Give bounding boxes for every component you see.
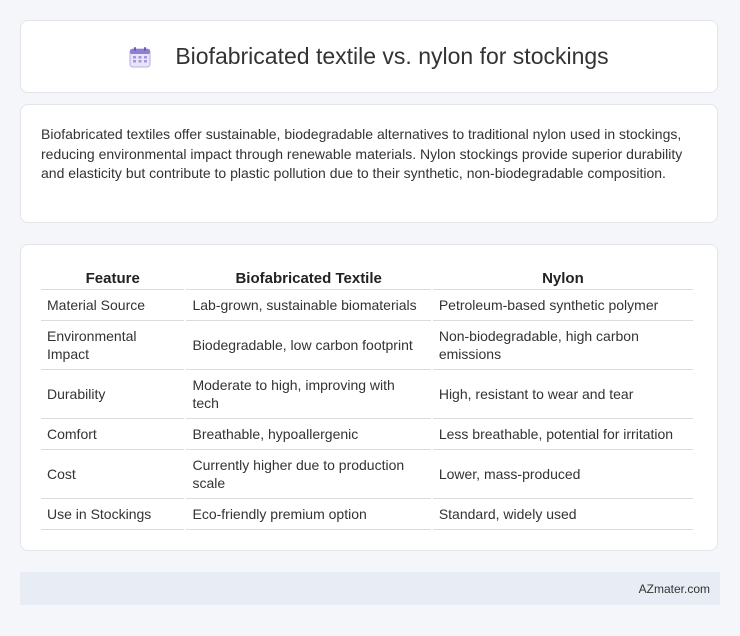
header-feature: Feature — [41, 267, 185, 290]
biofabricated-cell: Lab-grown, sustainable biomaterials — [186, 290, 431, 321]
table-header-row: Feature Biofabricated Textile Nylon — [41, 267, 693, 290]
feature-cell: Material Source — [41, 290, 185, 321]
table-row: Environmental Impact Biodegradable, low … — [41, 321, 693, 370]
page-title-text: Biofabricated textile vs. nylon for stoc… — [175, 43, 609, 69]
title-card: Biofabricated textile vs. nylon for stoc… — [20, 20, 718, 93]
feature-cell: Durability — [41, 370, 185, 419]
biofabricated-cell: Currently higher due to production scale — [186, 450, 431, 499]
page-title: Biofabricated textile vs. nylon for stoc… — [129, 43, 609, 70]
nylon-cell: High, resistant to wear and tear — [432, 370, 693, 419]
summary-card: Biofabricated textiles offer sustainable… — [20, 104, 718, 223]
summary-text: Biofabricated textiles offer sustainable… — [41, 126, 683, 181]
nylon-cell: Standard, widely used — [432, 499, 693, 530]
nylon-cell: Petroleum-based synthetic polymer — [432, 290, 693, 321]
table-row: Material Source Lab-grown, sustainable b… — [41, 290, 693, 321]
header-biofabricated: Biofabricated Textile — [186, 267, 431, 290]
biofabricated-cell: Breathable, hypoallergenic — [186, 419, 431, 450]
table-row: Cost Currently higher due to production … — [41, 450, 693, 499]
calendar-icon — [129, 46, 151, 67]
biofabricated-cell: Biodegradable, low carbon footprint — [186, 321, 431, 370]
table-row: Durability Moderate to high, improving w… — [41, 370, 693, 419]
biofabricated-cell: Moderate to high, improving with tech — [186, 370, 431, 419]
nylon-cell: Non-biodegradable, high carbon emissions — [432, 321, 693, 370]
nylon-cell: Less breathable, potential for irritatio… — [432, 419, 693, 450]
nylon-cell: Lower, mass-produced — [432, 450, 693, 499]
comparison-table: Feature Biofabricated Textile Nylon Mate… — [39, 267, 695, 530]
table-row: Use in Stockings Eco-friendly premium op… — [41, 499, 693, 530]
feature-cell: Cost — [41, 450, 185, 499]
biofabricated-cell: Eco-friendly premium option — [186, 499, 431, 530]
footer: AZmater.com — [20, 572, 720, 605]
comparison-table-card: Feature Biofabricated Textile Nylon Mate… — [20, 244, 718, 551]
feature-cell: Environmental Impact — [41, 321, 185, 370]
header-nylon: Nylon — [432, 267, 693, 290]
feature-cell: Use in Stockings — [41, 499, 185, 530]
table-row: Comfort Breathable, hypoallergenic Less … — [41, 419, 693, 450]
footer-brand[interactable]: AZmater.com — [639, 582, 710, 596]
feature-cell: Comfort — [41, 419, 185, 450]
